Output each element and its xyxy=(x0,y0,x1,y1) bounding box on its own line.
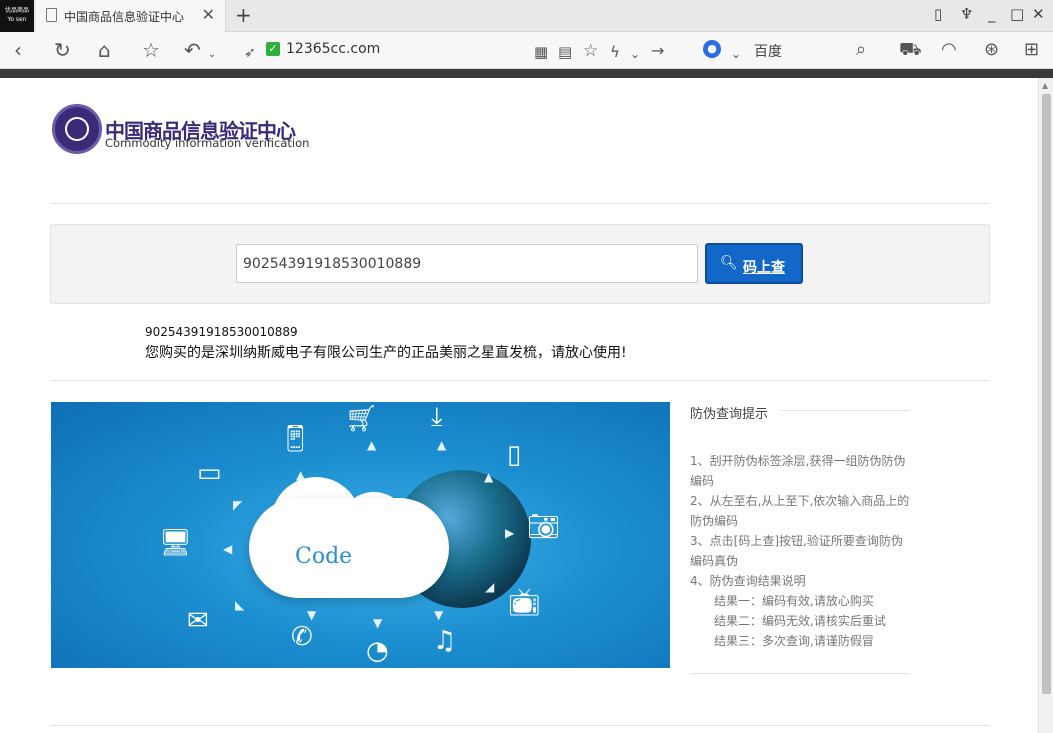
code-input[interactable] xyxy=(236,244,698,283)
pie-chart-icon: ◔ xyxy=(366,636,389,666)
page-top-bar xyxy=(0,69,1053,78)
query-button[interactable]: 🔍︎ 码上查 xyxy=(705,243,803,284)
baidu-paw-icon[interactable]: ● xyxy=(703,40,721,58)
logo-seal-inner xyxy=(65,117,89,141)
tip-result: 结果三：多次查询,请谨防假冒 xyxy=(714,634,874,648)
browser-tabbar: 优品商品 Yo sen 中国商品信息验证中心 ✕ + ▯ ♆ _ □ ✕ xyxy=(0,0,1053,32)
computer-icon: 🖥︎ xyxy=(159,528,193,558)
arrow-icon: ◤ xyxy=(233,498,243,512)
mobile-icon: ▯ xyxy=(507,440,522,470)
code-banner-image: Code 🛒︎ ⤓ 📱︎ ▯ ▭ 📷︎ 🖥︎ 📺︎ ✉ ✆ ◔ ♫ ▲ ▲ ▲ … xyxy=(51,402,670,668)
tablet-icon: ▭ xyxy=(197,458,222,488)
tip-result: 结果二：编码无效,请核实后重试 xyxy=(714,614,886,628)
tip-item: 4、防伪查询结果说明 xyxy=(690,574,806,588)
site-logo-subtitle: Commodity information verification xyxy=(105,136,310,150)
wifi-icon[interactable]: ◠ xyxy=(941,39,957,61)
telephone-icon: ✆ xyxy=(291,622,313,652)
tips-title: 防伪查询提示 xyxy=(690,407,769,422)
tip-item: 2、从左至右,从上至下,依次输入商品上的防伪编码 xyxy=(690,494,910,528)
tab-title: 中国商品信息验证中心 xyxy=(64,10,185,24)
music-icon: ♫ xyxy=(433,626,457,656)
phone-signal-icon: 📱︎ xyxy=(279,424,313,454)
address-bar[interactable]: 12365cc.com xyxy=(286,41,380,57)
back-icon[interactable]: ‹ xyxy=(14,39,22,61)
skin-icon[interactable]: ♆ xyxy=(960,5,973,23)
cart-icon[interactable]: ⛟ xyxy=(899,39,922,61)
arrow-icon: ◀ xyxy=(223,542,233,556)
search-icon[interactable]: ⌕ xyxy=(856,39,866,61)
arrow-icon: ▲ xyxy=(367,438,377,452)
tips-list: 1、刮开防伪标签涂层,获得一组防伪防伪编码 2、从左至右,从上至下,依次输入商品… xyxy=(690,451,912,651)
speed-mode-icon[interactable]: ➶ xyxy=(244,42,256,64)
arrow-icon: ▲ xyxy=(484,470,494,484)
reader-icon[interactable]: ▤ xyxy=(558,41,572,63)
banner-code-text: Code xyxy=(295,544,353,569)
cart-icon: 🛒︎ xyxy=(345,404,379,434)
download-icon: ⤓ xyxy=(431,402,443,432)
new-tab-icon[interactable]: + xyxy=(235,3,252,27)
engine-dropdown-icon[interactable]: ⌄ xyxy=(731,43,741,65)
mail-icon: ✉ xyxy=(187,606,209,636)
page-scrollbar[interactable]: ▲ xyxy=(1038,78,1053,733)
tips-bottom-rule xyxy=(690,673,910,674)
tip-item: 1、刮开防伪标签涂层,获得一组防伪防伪编码 xyxy=(690,454,906,488)
camera-icon: 📷︎ xyxy=(527,512,561,542)
arrow-icon: ▼ xyxy=(373,616,383,630)
close-window-icon[interactable]: ✕ xyxy=(1032,5,1045,23)
security-icon[interactable]: ⊛ xyxy=(984,39,999,61)
scroll-up-icon[interactable]: ▲ xyxy=(1042,81,1048,90)
forward-arrow-icon[interactable]: → xyxy=(651,40,664,62)
search-icon: 🔍︎ xyxy=(720,255,738,271)
dropdown-icon[interactable]: ⌄ xyxy=(630,43,640,65)
minimize-icon[interactable]: _ xyxy=(988,5,996,23)
maximize-icon[interactable]: □ xyxy=(1010,5,1024,23)
browser-toolbar: ‹ ↻ ⌂ ☆ ↶ ⌄ ➶ ✓ 12365cc.com ▦ ▤ ☆ ϟ ⌄ → … xyxy=(0,32,1053,69)
tv-icon: 📺︎ xyxy=(508,588,542,618)
arrow-icon: ▼ xyxy=(307,608,317,622)
search-engine-label[interactable]: 百度 xyxy=(754,41,782,61)
refresh-icon[interactable]: ↻ xyxy=(54,39,71,61)
divider xyxy=(50,380,990,381)
tip-item: 3、点击[码上查]按钮,验证所要查询防伪编码真伪 xyxy=(690,534,903,568)
app-badge-line-2: Yo sen xyxy=(7,16,27,23)
arrow-icon: ▼ xyxy=(434,608,444,622)
qr-code-icon[interactable]: ▦ xyxy=(534,41,548,63)
logo-seal[interactable] xyxy=(52,104,102,154)
lightning-icon[interactable]: ϟ xyxy=(610,41,620,63)
arrow-icon: ▲ xyxy=(437,438,447,452)
bookmark-star-icon[interactable]: ☆ xyxy=(583,40,598,62)
divider xyxy=(50,725,990,726)
arrow-icon: ◢ xyxy=(485,580,495,594)
page-icon xyxy=(46,8,57,22)
app-logo[interactable]: 优品商品 Yo sen xyxy=(0,0,34,32)
apps-grid-icon[interactable]: ⊞ xyxy=(1024,39,1039,61)
query-button-label: 码上查 xyxy=(743,260,785,276)
home-icon[interactable]: ⌂ xyxy=(98,39,111,61)
secure-check-icon: ✓ xyxy=(266,42,280,56)
browser-tab[interactable]: 中国商品信息验证中心 ✕ xyxy=(36,0,226,32)
divider xyxy=(50,203,990,204)
arrow-icon: ◣ xyxy=(235,598,245,612)
sidebar-icon[interactable]: ▯ xyxy=(934,5,942,23)
tips-title-rule xyxy=(780,410,910,411)
scroll-thumb[interactable] xyxy=(1042,94,1051,694)
arrow-icon: ▶ xyxy=(505,526,515,540)
undo-dropdown-icon[interactable]: ⌄ xyxy=(208,44,216,66)
tab-close-icon[interactable]: ✕ xyxy=(202,5,215,24)
result-message: 您购买的是深圳纳斯威电子有限公司生产的正品美丽之星直发梳，请放心使用! xyxy=(145,345,627,361)
app-badge-line-1: 优品商品 xyxy=(4,7,29,14)
arrow-icon: ▲ xyxy=(296,468,306,482)
tip-result: 结果一：编码有效,请放心购买 xyxy=(714,594,874,608)
result-code: 90254391918530010889 xyxy=(145,325,298,339)
favorite-star-icon[interactable]: ☆ xyxy=(142,39,160,61)
undo-icon[interactable]: ↶ xyxy=(184,39,201,61)
